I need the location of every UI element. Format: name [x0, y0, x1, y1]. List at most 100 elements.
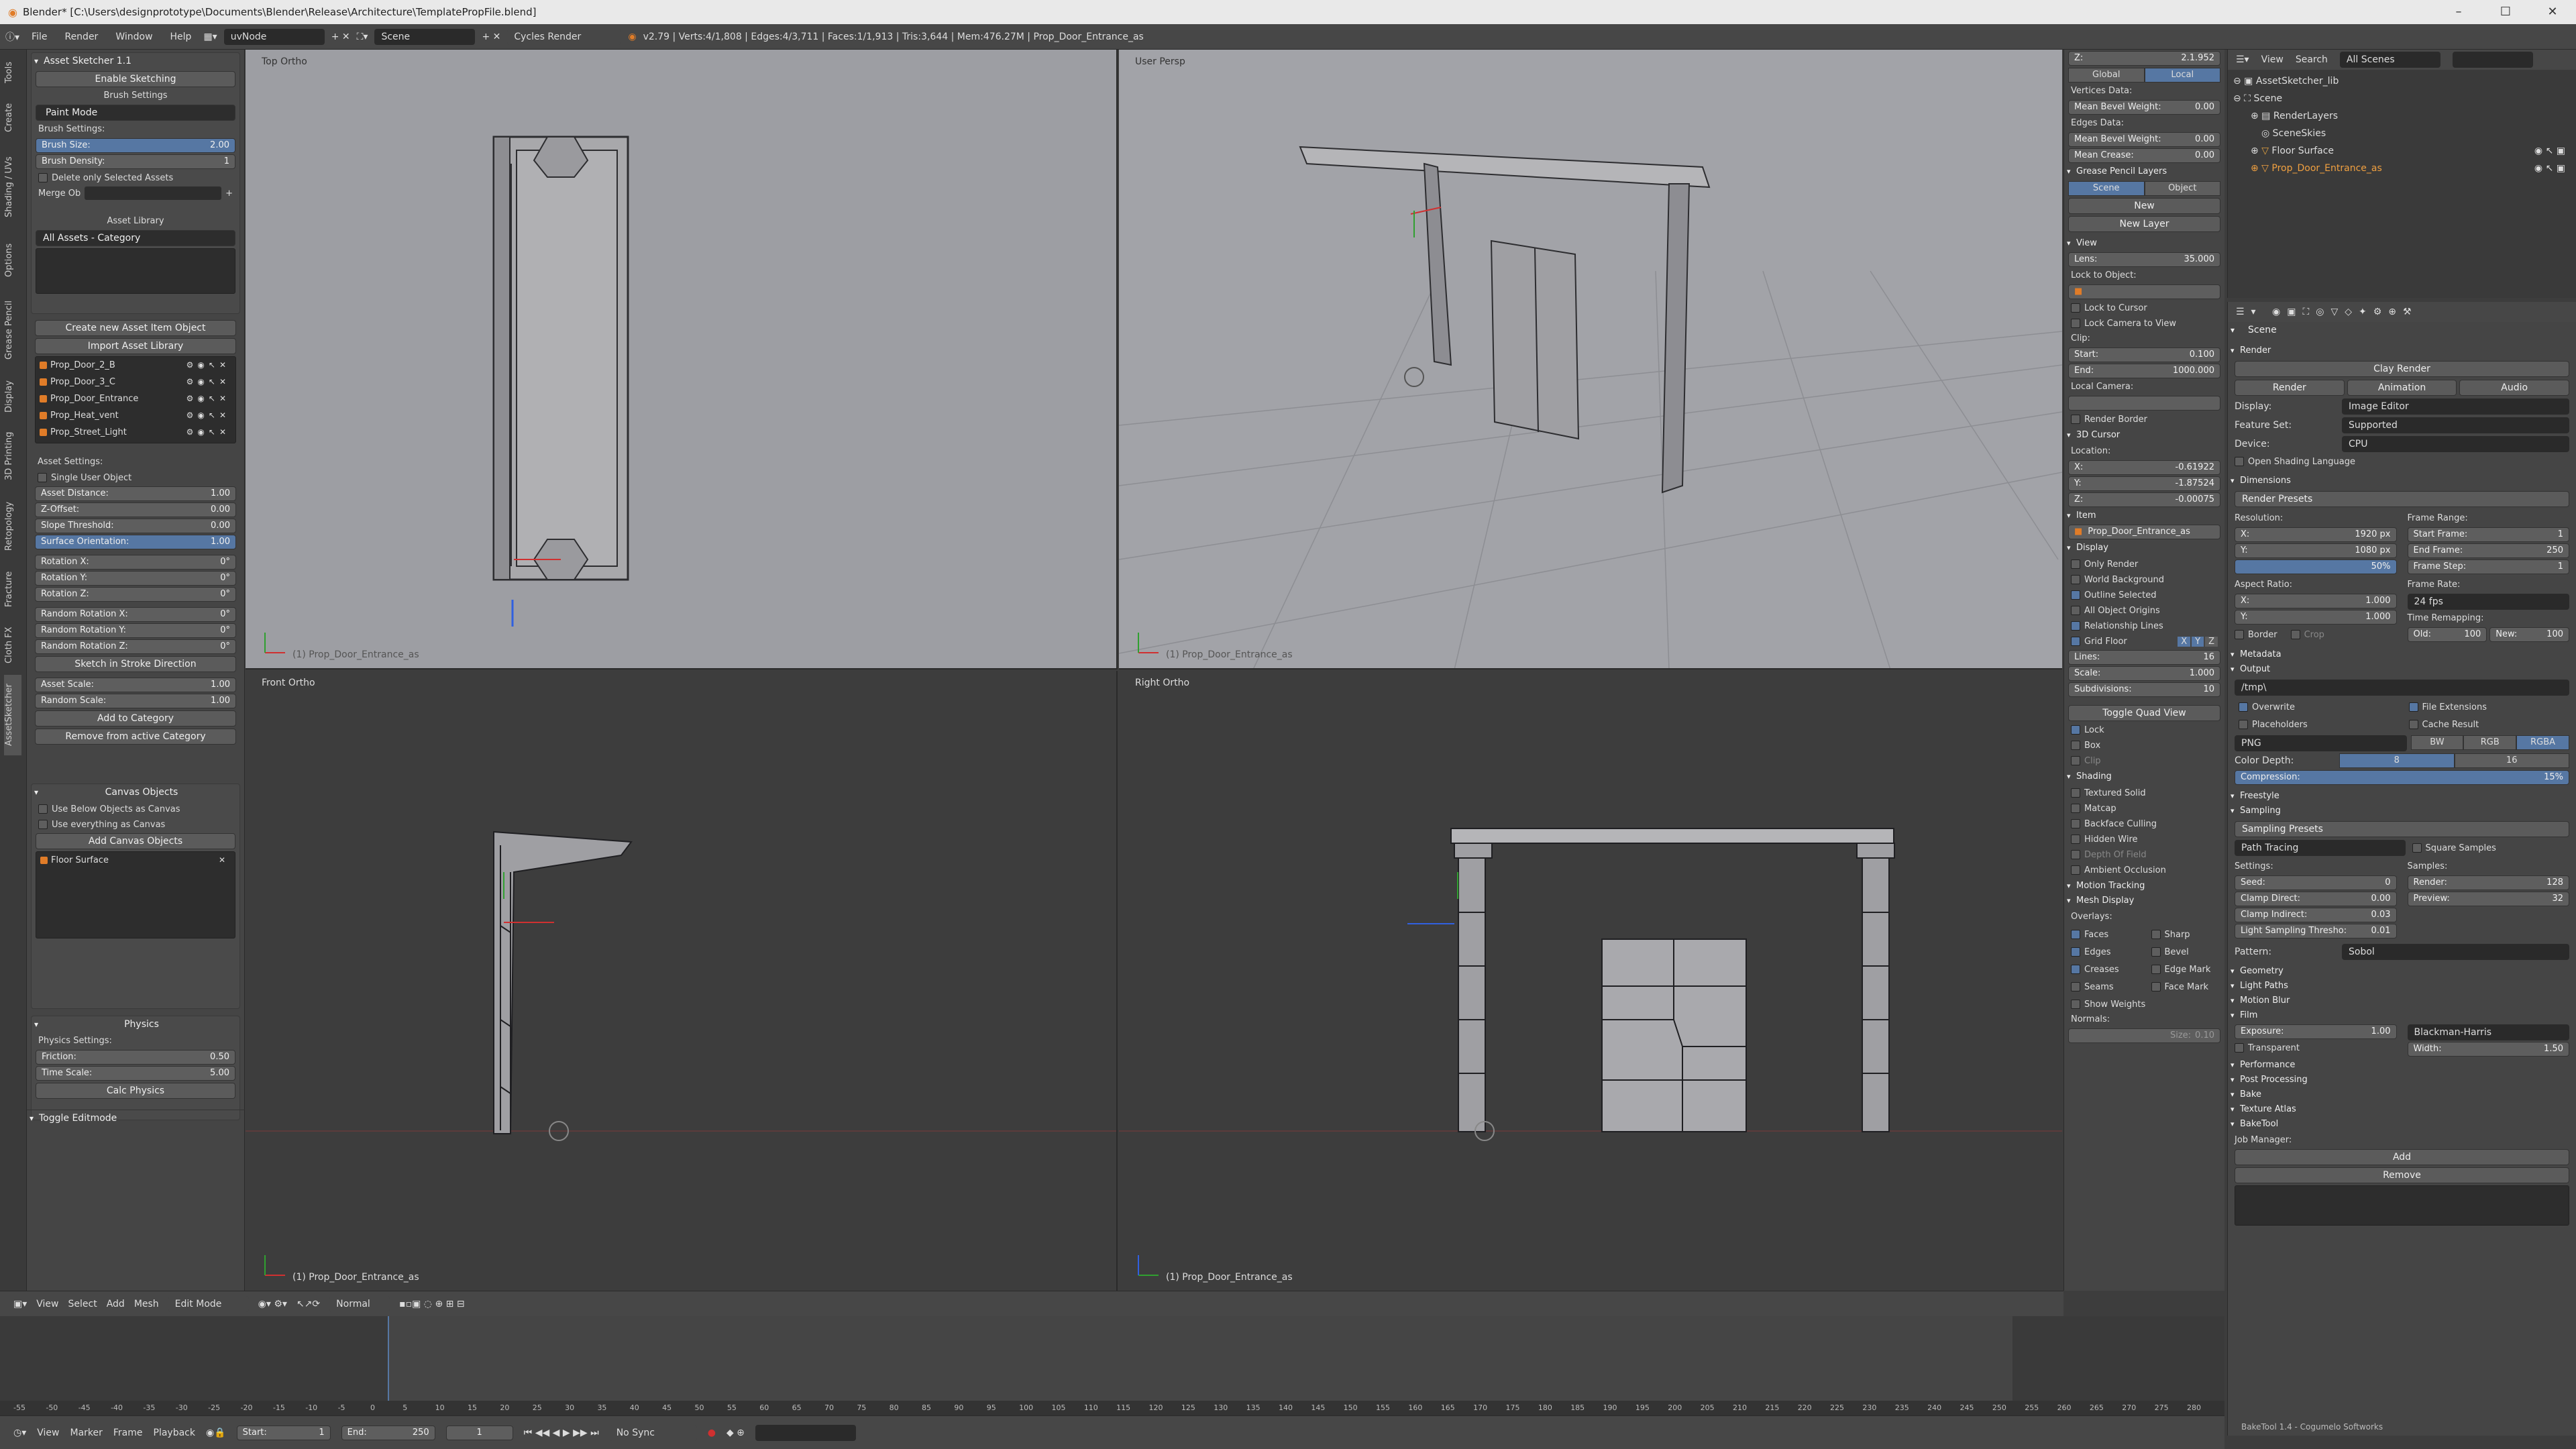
depth-16-button[interactable]: 16 [2454, 753, 2569, 768]
3d-cursor-header[interactable]: 3D Cursor [2064, 428, 2224, 443]
asset-scale-field[interactable]: Asset Scale: 1.00 [35, 678, 236, 692]
rotation-z-field[interactable]: Rotation Z: 0° [35, 587, 236, 602]
display-header[interactable]: Display [2064, 541, 2224, 555]
file-extensions-checkbox[interactable]: File Extensions [2408, 700, 2566, 714]
end-frame-field[interactable]: End: 250 [341, 1425, 435, 1440]
timeline-editor-icon[interactable]: ◷▾ [13, 1428, 26, 1438]
baketool-header[interactable]: BakeTool [2228, 1117, 2576, 1132]
exposure-field[interactable]: Exposure: 1.00 [2235, 1024, 2397, 1039]
list-item[interactable]: Prop_Heat_vent ⚙◉↖✕ [36, 407, 235, 424]
menu-select[interactable]: Select [68, 1299, 97, 1309]
bw-button[interactable]: BW [2410, 735, 2464, 750]
rotation-x-field[interactable]: Rotation X: 0° [35, 555, 236, 570]
add-job-button[interactable]: Add [2235, 1149, 2569, 1165]
random-rotation-x-field[interactable]: Random Rotation X: 0° [35, 607, 236, 622]
performance-header[interactable]: Performance [2228, 1058, 2576, 1073]
bake-header[interactable]: Bake [2228, 1087, 2576, 1102]
category-select[interactable]: All Assets - Category [36, 230, 235, 246]
grease-pencil-layers-header[interactable]: Grease Pencil Layers [2064, 164, 2224, 179]
grid-y-toggle[interactable]: Y [2192, 636, 2204, 647]
list-item[interactable]: Prop_Street_Light ⚙◉↖✕ [36, 424, 235, 441]
res-y-field[interactable]: Y: 1080 px [2235, 543, 2397, 558]
sketch-stroke-toggle[interactable]: Sketch in Stroke Direction [35, 656, 236, 672]
outliner-search-input[interactable] [2452, 52, 2533, 68]
film-header[interactable]: Film [2228, 1008, 2576, 1023]
outliner-editor-icon[interactable]: ☰▾ [2236, 54, 2249, 65]
outliner-item[interactable]: ◎ SceneSkies [2233, 125, 2571, 142]
placeholders-checkbox[interactable]: Placeholders [2239, 718, 2396, 731]
menu-playback[interactable]: Playback [154, 1428, 195, 1438]
tab-assetsketcher[interactable]: AssetSketcher [4, 675, 21, 755]
show-weights-checkbox[interactable]: Show Weights [2071, 998, 2218, 1011]
panel-header[interactable]: Asset Sketcher 1.1 [32, 53, 239, 69]
slope-threshold-field[interactable]: Slope Threshold: 0.00 [35, 519, 236, 533]
record-icon[interactable]: ● [708, 1428, 716, 1438]
outliner-menu-view[interactable]: View [2261, 54, 2284, 65]
physics-header[interactable]: Physics [32, 1016, 239, 1032]
menu-mesh[interactable]: Mesh [134, 1299, 159, 1309]
maximize-button[interactable]: ☐ [2482, 0, 2529, 24]
clay-render-button[interactable]: Clay Render [2235, 361, 2569, 377]
toggle-editmode-panel[interactable]: Toggle Editmode [27, 1110, 245, 1126]
world-bg-checkbox[interactable]: World Background [2071, 573, 2218, 586]
faces-checkbox[interactable]: Faces [2071, 928, 2138, 941]
gp-object-button[interactable]: Object [2144, 181, 2220, 196]
cursor-x-field[interactable]: X: -0.61922 [2068, 460, 2220, 475]
grid-z-toggle[interactable]: Z [2205, 636, 2218, 647]
canvas-objects-header[interactable]: Canvas Objects [32, 784, 239, 800]
new-field[interactable]: New: 100 [2489, 627, 2569, 642]
edge-mark-checkbox[interactable]: Edge Mark [2151, 963, 2218, 976]
outliner-item[interactable]: ⊕ ▽ Floor Surface ◉ ↖ ▣ [2233, 142, 2571, 160]
viewport-top-ortho[interactable]: Top Ortho (1) Prop_Door_Entrance_as [246, 50, 1118, 669]
scene-field[interactable]: Scene [374, 28, 476, 45]
delete-selected-checkbox[interactable]: Delete only Selected Assets [38, 171, 233, 184]
freestyle-header[interactable]: Freestyle [2228, 789, 2576, 804]
output-path-field[interactable]: /tmp\ [2235, 680, 2569, 696]
add-canvas-button[interactable]: Add Canvas Objects [36, 833, 235, 849]
overwrite-checkbox[interactable]: Overwrite [2239, 700, 2396, 714]
lock-camera-checkbox[interactable]: Lock Camera to View [2071, 317, 2218, 330]
tab-options[interactable]: Options [4, 233, 21, 287]
info-editor-icon[interactable]: ⓘ▾ [5, 30, 19, 44]
tab-retopology[interactable]: Retopology [4, 492, 21, 559]
osl-checkbox[interactable]: Open Shading Language [2235, 455, 2569, 468]
random-rotation-y-field[interactable]: Random Rotation Y: 0° [35, 623, 236, 638]
tab-tools[interactable]: Tools [4, 54, 21, 91]
random-scale-field[interactable]: Random Scale: 1.00 [35, 694, 236, 708]
random-rotation-z-field[interactable]: Random Rotation Z: 0° [35, 639, 236, 654]
asset-row-icons[interactable]: ⚙◉↖✕ [186, 390, 230, 407]
item-name-field[interactable]: ■ Prop_Door_Entrance_as [2068, 525, 2220, 539]
color-mode-toggle[interactable]: BW RGB RGBA [2410, 735, 2570, 750]
menu-add[interactable]: Add [107, 1299, 125, 1309]
dimensions-header[interactable]: Dimensions [2228, 474, 2576, 488]
menu-render[interactable]: Render [59, 32, 103, 42]
timeline-area[interactable]: -55 -50 -45 -40 -35 -30 -25 -20 -15 -10 -5 0 5 10 15 20… [0, 1316, 2224, 1415]
shading-icons[interactable]: ◉▾ ⚙▾ [258, 1299, 287, 1309]
viewport-user-persp[interactable]: User Persp (1) Prop_Door_Entrance_as [1119, 50, 2062, 669]
brush-size-field[interactable]: Brush Size: 2.00 [36, 138, 235, 153]
visibility-icons[interactable]: ◉ ↖ ▣ [2534, 142, 2565, 160]
depth-8-button[interactable]: 8 [2339, 753, 2455, 768]
asset-row-icons[interactable]: ⚙◉↖✕ [186, 407, 230, 424]
add-screen-icon[interactable]: + ✕ [331, 32, 350, 42]
menu-marker[interactable]: Marker [70, 1428, 102, 1438]
mean-bevel-weight-edges-field[interactable]: Mean Bevel Weight: 0.00 [2068, 132, 2220, 147]
mesh-display-header[interactable]: Mesh Display [2064, 894, 2224, 908]
color-depth-toggle[interactable]: 8 16 [2339, 753, 2569, 768]
use-everything-checkbox[interactable]: Use everything as Canvas [38, 818, 233, 831]
mode-select[interactable]: Edit Mode [168, 1295, 249, 1312]
keying-icons[interactable]: ◆ ⊕ [727, 1428, 745, 1438]
transparent-checkbox[interactable]: Transparent [2235, 1041, 2397, 1055]
post-processing-header[interactable]: Post Processing [2228, 1073, 2576, 1087]
clamp-indirect-field[interactable]: Clamp Indirect: 0.03 [2235, 908, 2397, 922]
viewport-right-ortho[interactable]: Right Ortho (1) Prop_Door_Entrance_as [1119, 671, 2062, 1291]
item-header[interactable]: Item [2064, 508, 2224, 523]
normals-size-field[interactable]: Size: 0.10 [2068, 1028, 2220, 1043]
manipulator-icons[interactable]: ↖↗⟳ [297, 1299, 320, 1309]
list-item[interactable]: Floor Surface ✕ [36, 852, 235, 869]
menu-view[interactable]: View [36, 1299, 58, 1309]
clamp-direct-field[interactable]: Clamp Direct: 0.00 [2235, 892, 2397, 906]
cache-result-checkbox[interactable]: Cache Result [2408, 718, 2566, 731]
local-button[interactable]: Local [2144, 68, 2220, 83]
local-camera-field[interactable] [2068, 396, 2220, 411]
